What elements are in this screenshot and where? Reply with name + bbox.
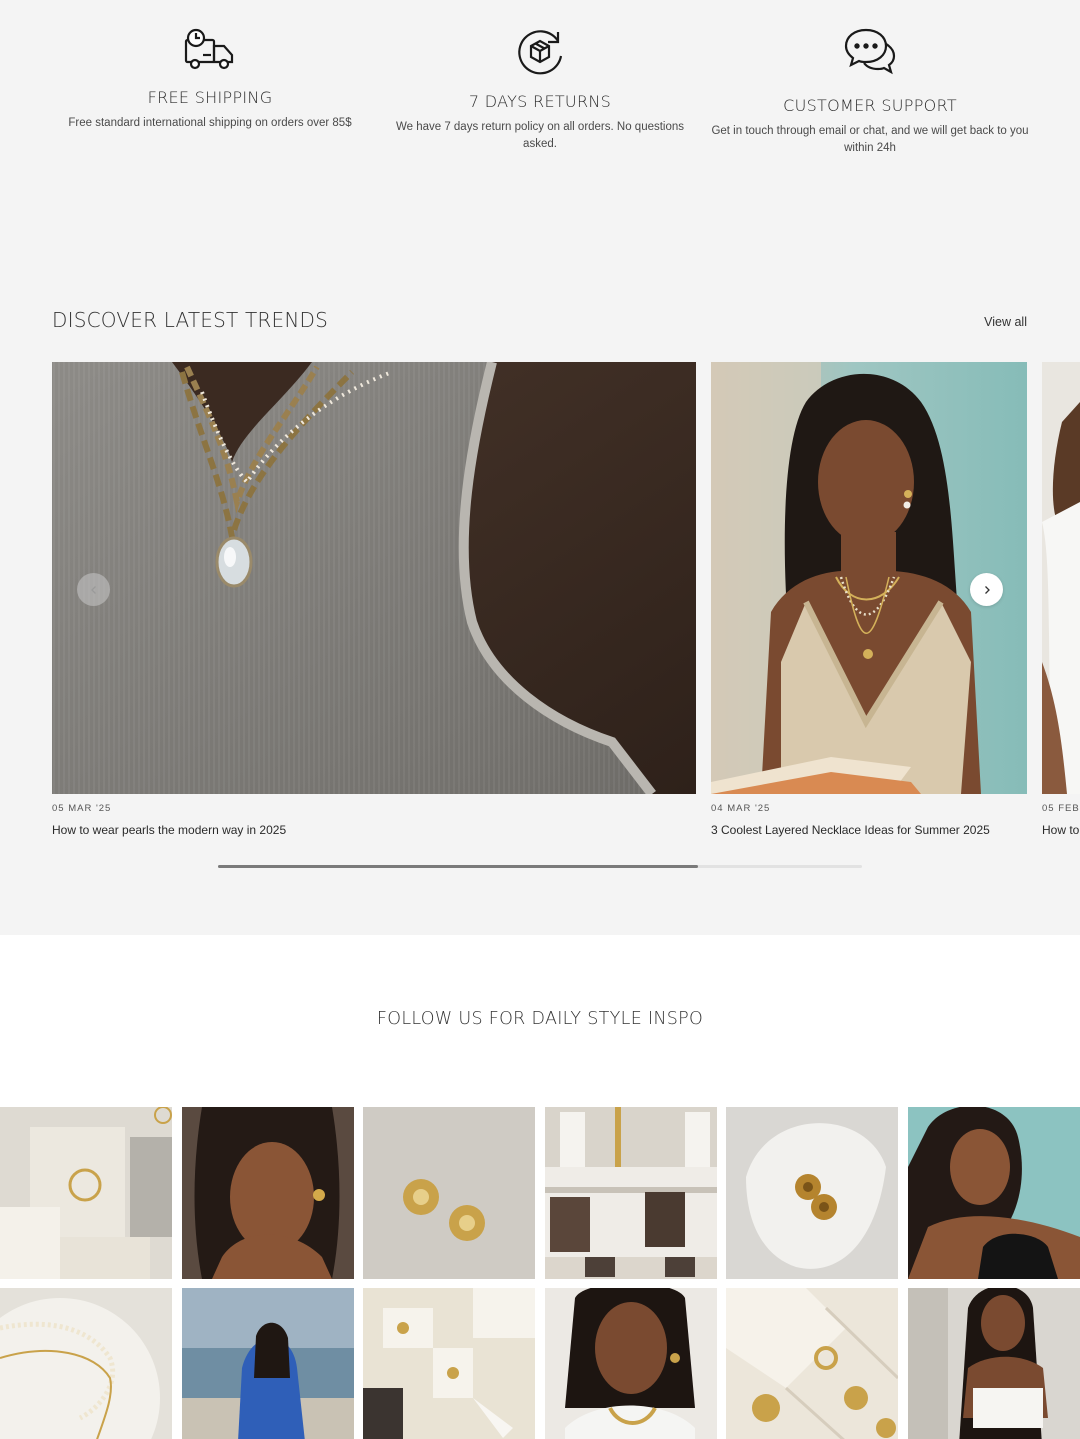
chevron-right-icon — [984, 585, 990, 594]
instagram-post[interactable] — [545, 1288, 717, 1439]
instagram-post[interactable] — [182, 1107, 354, 1279]
instagram-post[interactable] — [908, 1107, 1080, 1279]
pearl-necklace-dish-photo — [0, 1288, 172, 1439]
feature-returns: 7 DAYS RETURNS We have 7 days return pol… — [395, 28, 685, 153]
carousel-prev-button[interactable] — [77, 573, 110, 606]
instagram-post[interactable] — [726, 1107, 898, 1279]
section-title: DISCOVER LATEST TRENDS — [52, 308, 328, 332]
blog-card-image[interactable] — [1042, 362, 1080, 794]
shell-dish-earrings-photo — [726, 1107, 898, 1279]
model-earring-photo — [182, 1107, 354, 1279]
instagram-post[interactable] — [726, 1288, 898, 1439]
model-pool-photo — [908, 1107, 1080, 1279]
gift-boxes-photo — [0, 1107, 172, 1279]
jewelry-stones-photo — [363, 1288, 535, 1439]
instagram-post[interactable] — [0, 1107, 172, 1279]
feature-free-shipping: FREE SHIPPING Free standard internationa… — [55, 28, 365, 132]
model-white-top-photo — [908, 1288, 1080, 1439]
blog-card[interactable]: 05 FEB ' How to — [1042, 362, 1080, 842]
return-box-icon — [518, 30, 563, 75]
jewelry-box-photo — [726, 1288, 898, 1439]
blog-card-date: 05 FEB ' — [1042, 803, 1080, 814]
carousel-scrollbar[interactable] — [218, 865, 862, 868]
feature-title: CUSTOMER SUPPORT — [783, 96, 957, 115]
blog-card-title[interactable]: How to wear pearls the modern way in 202… — [52, 823, 286, 837]
instagram-post[interactable] — [363, 1288, 535, 1439]
chevron-left-icon — [90, 585, 96, 594]
instagram-post[interactable] — [0, 1288, 172, 1439]
instagram-post[interactable] — [908, 1288, 1080, 1439]
features-row: FREE SHIPPING Free standard internationa… — [0, 28, 1080, 178]
view-all-link[interactable]: View all — [984, 315, 1027, 329]
feature-description: Get in touch through email or chat, and … — [711, 125, 1029, 154]
pearl-necklace-photo — [52, 362, 696, 794]
instagram-grid — [0, 1107, 1080, 1439]
feature-description: We have 7 days return policy on all orde… — [395, 121, 685, 150]
feature-support: CUSTOMER SUPPORT Get in touch through em… — [710, 28, 1030, 157]
beach-model-photo — [182, 1288, 354, 1439]
blog-card-title[interactable]: How to — [1042, 823, 1079, 837]
chat-bubbles-icon — [844, 28, 896, 75]
trends-header: DISCOVER LATEST TRENDS View all — [52, 308, 1027, 338]
blog-card-date: 05 MAR '25 — [52, 803, 112, 814]
carousel-scrollbar-thumb[interactable] — [218, 865, 698, 868]
delivery-truck-icon — [184, 28, 234, 70]
partial-photo — [1042, 362, 1080, 794]
feature-title: FREE SHIPPING — [147, 88, 273, 107]
shell-earrings-sand-photo — [363, 1107, 535, 1279]
feature-title: 7 DAYS RETURNS — [468, 92, 612, 111]
blog-card-title[interactable]: 3 Coolest Layered Necklace Ideas for Sum… — [711, 823, 990, 837]
blog-card-date: 04 MAR '25 — [711, 803, 771, 814]
blog-card-image[interactable] — [52, 362, 696, 794]
carousel-next-button[interactable] — [970, 573, 1003, 606]
model-portrait-photo — [545, 1288, 717, 1439]
store-display-photo — [545, 1107, 717, 1279]
instagram-post[interactable] — [545, 1107, 717, 1279]
instagram-post[interactable] — [182, 1288, 354, 1439]
follow-title: FOLLOW US FOR DAILY STYLE INSPO — [376, 1009, 704, 1029]
feature-description: Free standard international shipping on … — [68, 117, 352, 129]
instagram-post[interactable] — [363, 1107, 535, 1279]
